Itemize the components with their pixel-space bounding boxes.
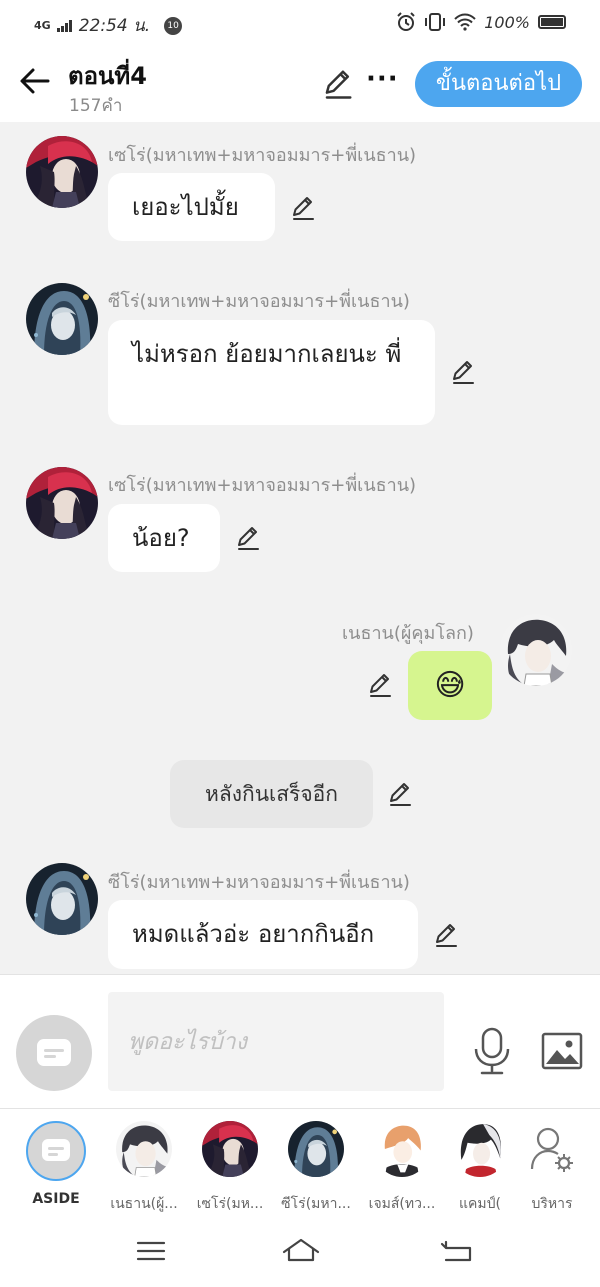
back-nav-icon[interactable] — [440, 1236, 474, 1266]
character-item[interactable]: เซโร่(มห... — [187, 1121, 273, 1215]
character-label: ASIDE — [32, 1191, 80, 1207]
signal-icon — [56, 19, 72, 32]
edit-message-icon[interactable] — [450, 359, 476, 385]
character-label: เจมส์(ทว... — [368, 1196, 436, 1212]
aside-icon — [26, 1121, 86, 1181]
sender-name: ซีโร่(มหาเทพ+มหาจอมมาร+พี่เนธาน) — [108, 291, 410, 312]
sender-name: เซโร่(มหาเทพ+มหาจอมมาร+พี่เนธาน) — [108, 145, 417, 166]
character-avatar — [116, 1121, 172, 1177]
character-avatar — [202, 1121, 258, 1177]
avatar[interactable] — [26, 863, 98, 935]
edit-chapter-icon[interactable] — [322, 68, 354, 100]
next-step-button[interactable]: ขั้นตอนต่อไป — [415, 61, 582, 107]
home-icon[interactable] — [281, 1236, 321, 1266]
edit-message-icon[interactable] — [367, 672, 393, 698]
character-item[interactable]: ซีโร่(มหา... — [273, 1121, 359, 1215]
avatar[interactable] — [26, 136, 98, 208]
sender-name: เซโร่(มหาเทพ+มหาจอมมาร+พี่เนธาน) — [108, 475, 417, 496]
character-item[interactable]: เนธาน(ผู้... — [101, 1121, 187, 1215]
edit-message-icon[interactable] — [235, 525, 261, 551]
aside-icon — [37, 1039, 71, 1066]
character-selector: ASIDE เนธาน(ผู้... เซโร่(มห... ซีโร่(มหา… — [0, 1108, 600, 1218]
edit-message-icon[interactable] — [433, 922, 459, 948]
message-bubble[interactable]: ไม่หรอก ย้อยมากเลยนะ พี่ — [108, 320, 435, 425]
own-avatar[interactable] — [500, 614, 572, 686]
message-bubble[interactable]: หมดแล้วอ่ะ อยากกินอีก — [108, 900, 418, 969]
chapter-title: ตอนที่4 — [68, 62, 147, 90]
avatar[interactable] — [26, 283, 98, 355]
character-label: เซโร่(มห... — [196, 1196, 264, 1212]
character-aside[interactable]: ASIDE — [13, 1121, 99, 1207]
character-item[interactable]: แคมป์( — [440, 1121, 520, 1215]
vibrate-icon — [425, 13, 446, 31]
more-options-icon[interactable]: ··· — [366, 64, 399, 94]
edit-message-icon[interactable] — [290, 195, 316, 221]
sender-name: เนธาน(ผู้คุมโลก) — [342, 623, 474, 644]
manage-user-icon — [530, 1127, 573, 1172]
own-message-bubble[interactable]: 😅 — [408, 651, 492, 720]
status-time: 22:54 น. — [78, 16, 151, 36]
image-upload-icon[interactable] — [541, 1032, 583, 1070]
back-arrow-icon[interactable] — [18, 64, 52, 98]
microphone-icon[interactable] — [472, 1027, 512, 1075]
message-input-bar — [0, 974, 600, 1108]
system-nav-bar — [0, 1218, 600, 1287]
character-label: เนธาน(ผู้... — [110, 1196, 178, 1212]
menu-icon[interactable] — [134, 1236, 168, 1266]
wifi-icon — [454, 13, 476, 31]
avatar[interactable] — [26, 467, 98, 539]
status-bar: 4G 22:54 น. 10 100% — [0, 0, 600, 48]
character-item[interactable]: เจมส์(ทว... — [359, 1121, 445, 1215]
character-avatar — [452, 1121, 508, 1177]
word-count: 157คำ — [69, 96, 123, 116]
status-right: 100% — [396, 12, 566, 32]
message-input[interactable] — [108, 992, 444, 1091]
status-left: 4G 22:54 น. 10 — [34, 12, 183, 39]
chat-area[interactable]: เซโร่(มหาเทพ+มหาจอมมาร+พี่เนธาน) เยอะไปม… — [0, 122, 600, 974]
message-bubble[interactable]: เยอะไปมั้ย — [108, 173, 275, 241]
character-label: ซีโร่(มหา... — [281, 1196, 351, 1212]
battery-percent: 100% — [484, 12, 530, 32]
character-label: แคมป์( — [459, 1196, 501, 1212]
aside-narration-bubble[interactable]: หลังกินเสร็จอีก — [170, 760, 373, 828]
sender-name: ซีโร่(มหาเทพ+มหาจอมมาร+พี่เนธาน) — [108, 872, 410, 893]
notification-badge: 10 — [164, 16, 183, 35]
character-label: บริหาร — [531, 1196, 573, 1212]
message-input-container — [108, 992, 444, 1091]
edit-message-icon[interactable] — [387, 781, 413, 807]
character-avatar — [374, 1121, 430, 1177]
alarm-icon — [397, 12, 415, 31]
chapter-header: ตอนที่4 157คำ ··· ขั้นตอนต่อไป — [0, 48, 600, 122]
aside-toggle-button[interactable] — [16, 1015, 92, 1091]
manage-characters-button[interactable]: บริหาร — [520, 1121, 584, 1215]
battery-icon — [538, 15, 566, 29]
network-indicator: 4G — [34, 18, 51, 32]
message-bubble[interactable]: น้อย? — [108, 504, 220, 572]
character-avatar — [288, 1121, 344, 1177]
